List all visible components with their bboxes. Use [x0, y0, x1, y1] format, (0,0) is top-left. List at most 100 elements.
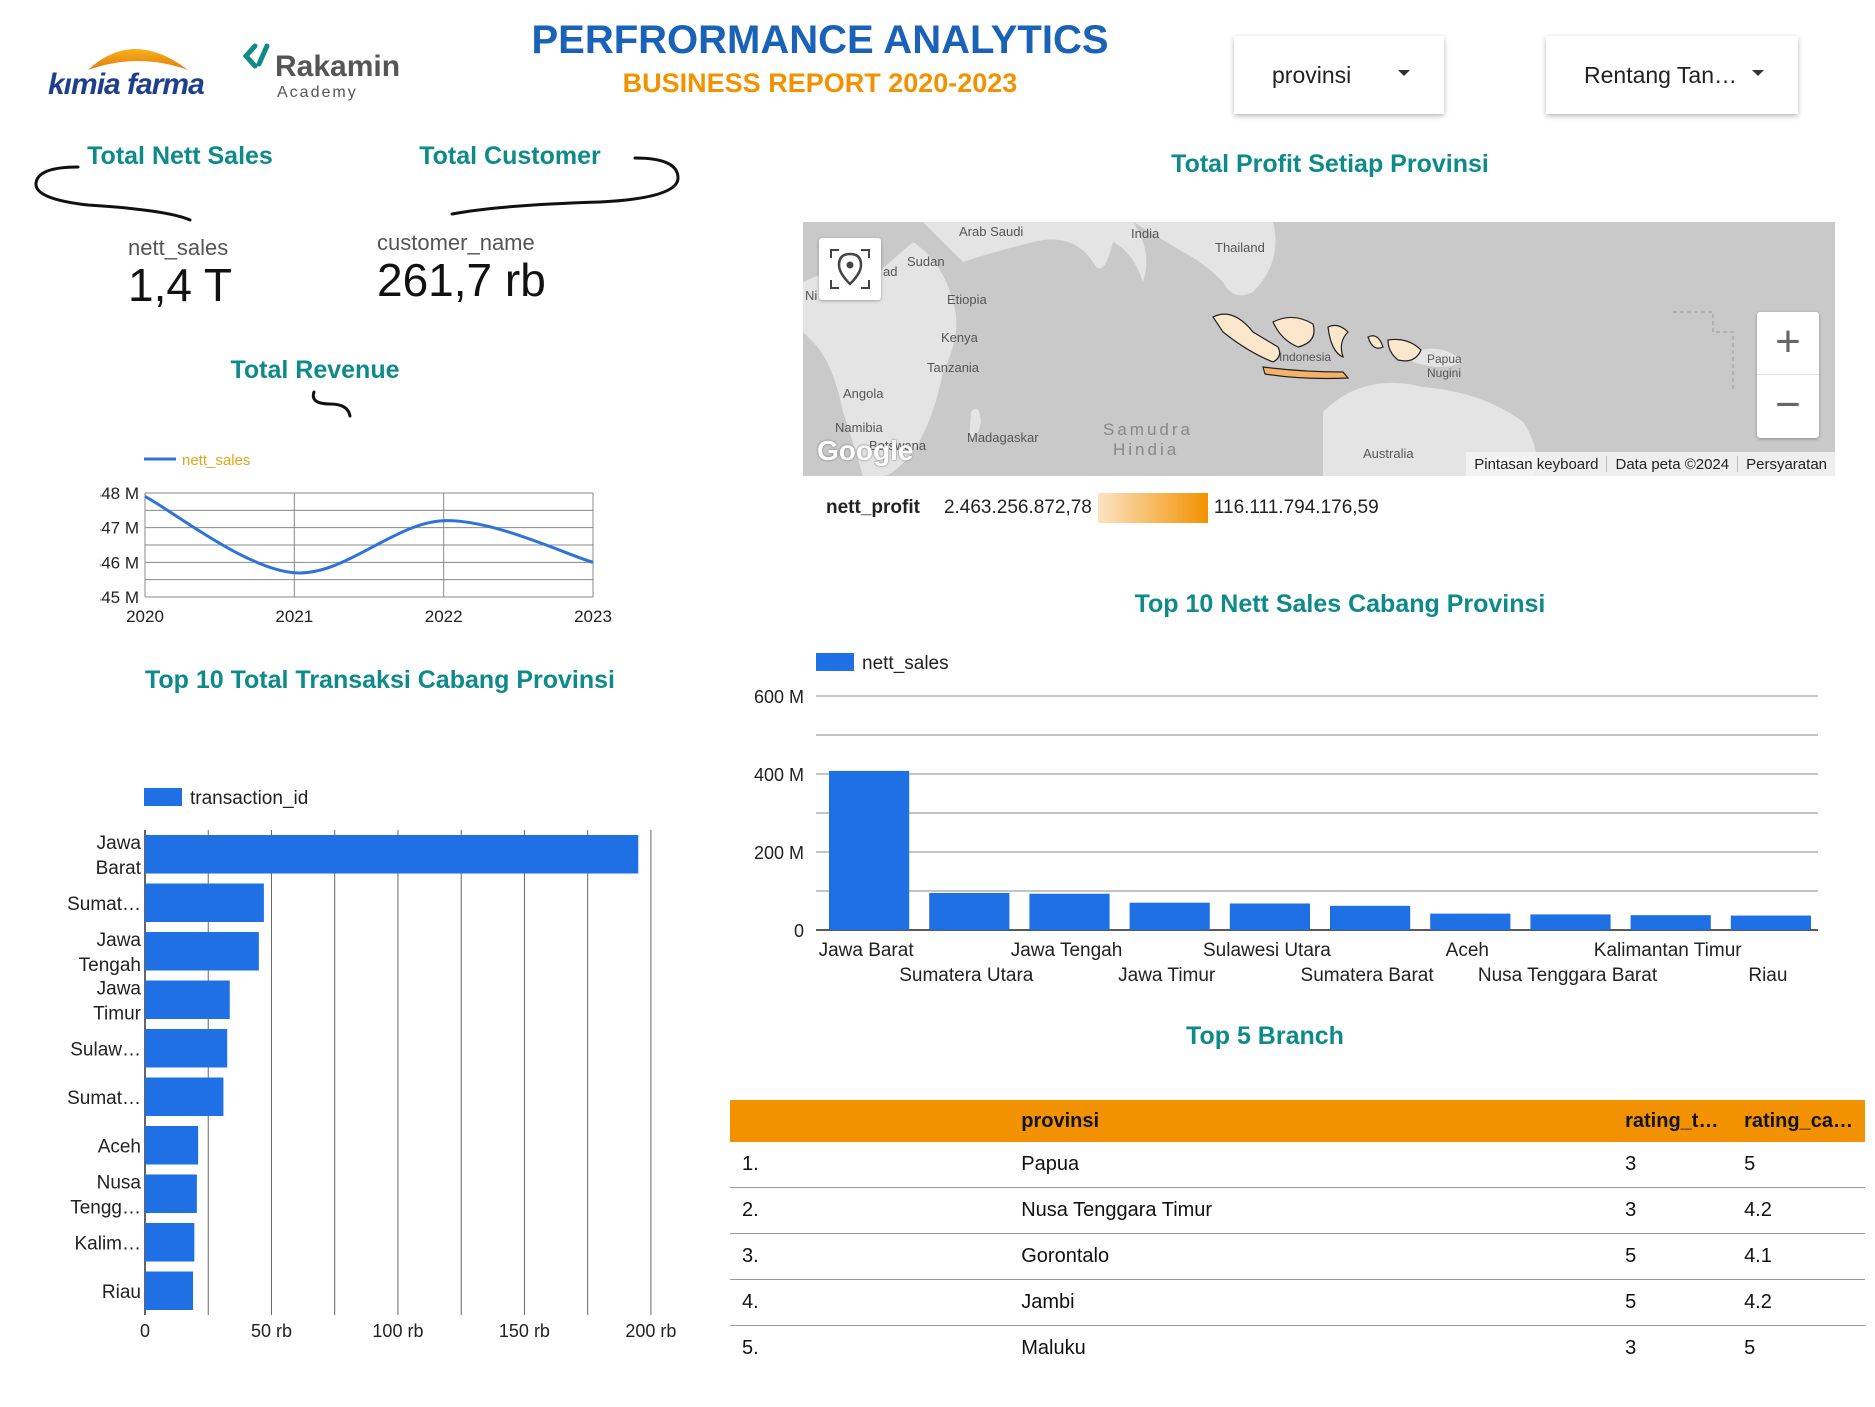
table-cell: 4.1	[1732, 1233, 1865, 1280]
revenue-legend-label: nett_sales	[182, 452, 250, 469]
date-range-filter-dropdown[interactable]: Rentang Tan…	[1546, 36, 1798, 114]
transaksi-category-label: Riau	[102, 1282, 141, 1303]
map-label-etiopia: Etiopia	[947, 292, 987, 307]
map-label-thailand: Thailand	[1215, 240, 1265, 255]
nettsales-category-label: Nusa Tenggara Barat	[1478, 965, 1658, 986]
date-range-filter-label: Rentang Tan…	[1584, 61, 1738, 88]
nett-sales-bracket-decoration	[34, 165, 192, 222]
map-label-nugini: Nugini	[1427, 366, 1462, 380]
table-cell: 4.2	[1732, 1187, 1865, 1234]
table-row: 4. Jambi 5 4.2	[730, 1279, 1865, 1326]
revenue-line-chart: nett_sales 2020 2021 2022 2023 345 M 346 M 347…	[100, 452, 612, 626]
revenue-x-tick-label: 2023	[574, 607, 612, 626]
locate-me-button[interactable]	[819, 238, 881, 300]
table-cell: 4.2	[1732, 1279, 1865, 1326]
transaksi-bar	[145, 1174, 197, 1213]
nettsales-bar	[929, 892, 1010, 930]
provinsi-filter-label: provinsi	[1272, 61, 1352, 88]
nettsales-category-label: Riau	[1748, 965, 1787, 986]
total-revenue-title: Total Revenue	[230, 356, 400, 384]
nettsales-bar	[1129, 902, 1210, 930]
transaksi-chart-title: Top 10 Total Transaksi Cabang Provinsi	[144, 666, 616, 694]
nettsales-bar	[1229, 903, 1310, 930]
transaksi-bar	[145, 1077, 224, 1116]
column-header-rating-cabang[interactable]: rating_ca…	[1732, 1100, 1865, 1142]
table-cell: 5	[1613, 1279, 1733, 1326]
transaksi-bar	[145, 1029, 228, 1068]
transaksi-bar	[145, 932, 259, 971]
transaksi-bar	[145, 1271, 194, 1310]
nettsales-bar	[1730, 915, 1811, 930]
branch-table-wrapper: provinsi rating_t… rating_ca… 1. Papua 3 5 …	[730, 1100, 1865, 1371]
nettsales-category-label: Jawa Tengah	[1011, 940, 1123, 961]
transaksi-bar	[145, 835, 639, 874]
table-cell: Nusa Tenggara Timur	[1009, 1187, 1614, 1234]
transaksi-category-label: Jawa	[97, 833, 142, 854]
column-header-rating-transaksi[interactable]: rating_t…	[1613, 1100, 1733, 1142]
transaksi-bar	[145, 883, 264, 922]
customer-value: 261,7 rb	[377, 254, 546, 306]
nettsales-category-label: Sumatera Barat	[1301, 965, 1435, 986]
nettsales-bar	[1330, 905, 1411, 930]
page-subtitle: BUSINESS REPORT 2020-2023	[622, 68, 1018, 98]
revenue-y-tick-label: 348 M	[100, 484, 139, 503]
table-cell: Gorontalo	[1009, 1233, 1614, 1280]
table-cell: 5.	[742, 1337, 759, 1359]
map-title: Total Profit Setiap Provinsi	[1171, 150, 1489, 178]
transaksi-category-label: Sulaw…	[70, 1039, 141, 1060]
map-legend-gradient	[1097, 493, 1208, 523]
map-zoom-control: + −	[1757, 312, 1819, 438]
transaksi-category-label: Jawa	[97, 930, 142, 951]
table-cell: 3.	[730, 1233, 1010, 1280]
kimia-farma-logo: kımia farma	[48, 30, 228, 105]
nettsales-bar	[1430, 913, 1511, 930]
branch-table-title: Top 5 Branch	[1186, 1022, 1344, 1050]
keyboard-shortcuts-link[interactable]: Pintasan keyboard	[1466, 456, 1606, 473]
nettsales-y-tick-label: 400 M	[754, 765, 804, 785]
nettsales-legend-label: nett_sales	[862, 653, 949, 674]
zoom-out-button[interactable]: −	[1757, 375, 1819, 437]
provinsi-filter-dropdown[interactable]: provinsi	[1234, 36, 1444, 114]
table-cell: 5	[1732, 1142, 1865, 1188]
map-data-link[interactable]: Data peta ©2024	[1607, 456, 1737, 473]
transaksi-x-tick-label: 0	[140, 1321, 150, 1341]
revenue-series-line	[144, 495, 594, 575]
rakamin-wordmark: Rakamin	[275, 50, 401, 83]
map-label-india: India	[1131, 226, 1160, 241]
transaksi-category-label: Sumat…	[67, 1088, 141, 1109]
province-profit-map[interactable]: Arab Saudi India Thailand Sudan ad Ni Et…	[803, 222, 1835, 476]
map-legend-label: nett_profit	[826, 497, 920, 518]
table-row: 1. Papua 3 5	[730, 1142, 1865, 1188]
google-logo: Google	[817, 435, 914, 466]
transaksi-bar-chart: transaction_id 0 50 rb 100 rb 150 rb 200 rb …	[67, 788, 676, 1341]
map-legend-max: 116.111.794.176,59	[1213, 497, 1379, 518]
table-cell: 5	[1744, 1337, 1756, 1359]
zoom-in-button[interactable]: +	[1757, 312, 1819, 375]
map-label-sudan: Sudan	[907, 254, 945, 269]
column-header-provinsi[interactable]: provinsi	[1009, 1100, 1614, 1142]
chevron-down-icon	[1398, 70, 1410, 76]
map-label-australia: Australia	[1363, 446, 1414, 461]
table-row: 3. Gorontalo 5 4.1	[730, 1233, 1865, 1280]
table-cell: Jambi	[1009, 1279, 1614, 1326]
map-label-samudra: Samudra	[1103, 420, 1193, 439]
terms-link[interactable]: Persyaratan	[1738, 456, 1835, 473]
map-label-hindia: Hindia	[1113, 440, 1180, 459]
nettsales-category-label: Sulawesi Utara	[1203, 940, 1331, 961]
table-header-row: provinsi rating_t… rating_ca…	[730, 1100, 1865, 1142]
map-landmass	[803, 222, 1734, 476]
table-cell: 3	[1625, 1337, 1637, 1359]
map-label-namibia: Namibia	[835, 420, 883, 435]
column-header-index[interactable]	[730, 1100, 1010, 1142]
transaksi-category-label: Aceh	[98, 1136, 141, 1157]
table-row: 2. Nusa Tenggara Timur 3 4.2	[730, 1187, 1865, 1234]
map-label-tanzania: Tanzania	[927, 360, 980, 375]
map-legend-min: 2.463.256.872,78	[943, 497, 1092, 518]
nettsales-bar	[829, 770, 910, 930]
nettsales-y-tick-label: 200 M	[754, 843, 804, 863]
revenue-x-tick-label: 2020	[126, 607, 164, 626]
revenue-x-tick-label: 2022	[425, 607, 463, 626]
table-cell: 2.	[730, 1187, 1010, 1234]
table-row: 5. Maluku 3 5	[730, 1326, 1865, 1372]
transaksi-x-tick-label: 200 rb	[625, 1321, 676, 1341]
